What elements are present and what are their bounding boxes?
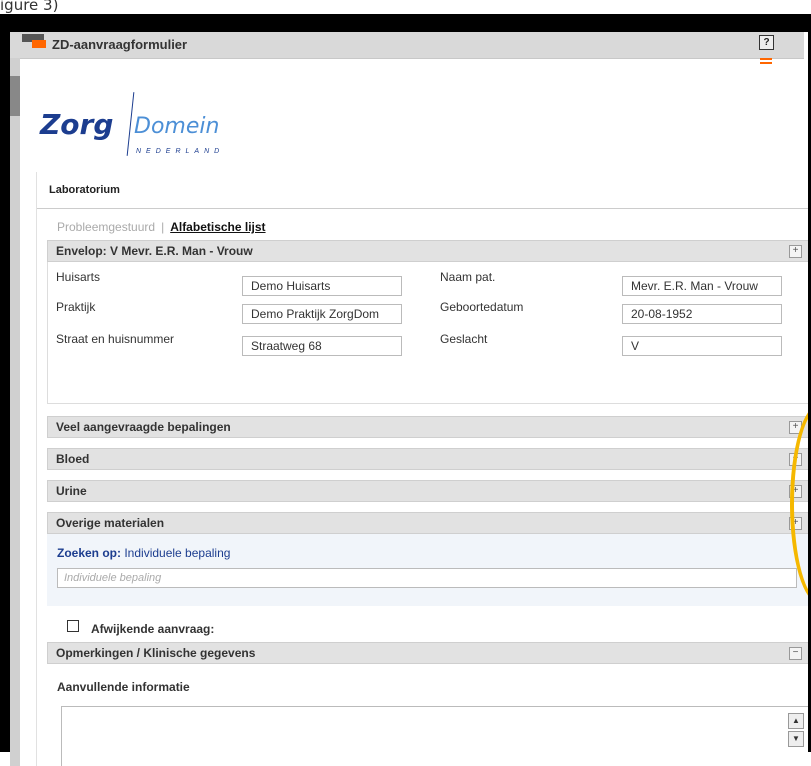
afwijkende-checkbox[interactable] [67, 620, 79, 632]
aanvullende-textarea[interactable]: ▲ ▼ [61, 706, 808, 766]
label-huisarts: Huisarts [56, 270, 101, 284]
screenshot-frame: ZD-aanvraagformulier ? Zorg Domein NEDER… [0, 14, 811, 766]
label-naam-pat: Naam pat. [440, 270, 496, 284]
aanvullende-label: Aanvullende informatie [57, 680, 190, 694]
form-window: ZD-aanvraagformulier ? Zorg Domein NEDER… [10, 32, 808, 766]
label-geboortedatum: Geboortedatum [440, 300, 524, 314]
field-geboortedatum[interactable]: 20-08-1952 [622, 304, 782, 324]
field-praktijk[interactable]: Demo Praktijk ZorgDom [242, 304, 402, 324]
section-label: Opmerkingen / Klinische gegevens [56, 646, 256, 660]
field-straat[interactable]: Straatweg 68 [242, 336, 402, 356]
search-label-rest: Individuele bepaling [121, 546, 231, 560]
link-probleemgestuurd[interactable]: Probleemgestuurd [57, 220, 155, 234]
section-opmerkingen[interactable]: Opmerkingen / Klinische gegevens − [47, 642, 808, 664]
logo-zorg-text: Zorg [40, 108, 114, 141]
expand-icon[interactable]: + [789, 245, 802, 258]
section-bloed[interactable]: Bloed + [47, 448, 808, 470]
app-logo-accent-icon [32, 40, 46, 48]
scroll-up-icon[interactable]: ▲ [788, 713, 804, 729]
section-veel-aangevraagd[interactable]: Veel aangevraagde bepalingen + [47, 416, 808, 438]
view-switcher: Probleemgestuurd | Alfabetische lijst [57, 220, 266, 234]
collapse-icon[interactable]: − [789, 647, 802, 660]
section-label: Bloed [56, 452, 90, 466]
tab-bar: Laboratorium [37, 172, 808, 209]
help-button[interactable]: ? [759, 35, 774, 50]
zorgdomein-logo: Zorg Domein NEDERLAND [40, 92, 260, 162]
label-praktijk: Praktijk [56, 300, 96, 314]
left-sidebar-strip [10, 58, 20, 766]
search-input[interactable]: Individuele bepaling [57, 568, 797, 588]
subnav-separator: | [161, 220, 165, 234]
search-label-bold: Zoeken op: [57, 546, 122, 560]
section-label: Overige materialen [56, 516, 165, 530]
field-naam-pat[interactable]: Mevr. E.R. Man - Vrouw [622, 276, 782, 296]
section-urine[interactable]: Urine + [47, 480, 808, 502]
field-huisarts[interactable]: Demo Huisarts [242, 276, 402, 296]
logo-nederland-text: NEDERLAND [136, 148, 225, 155]
link-alfabetische-lijst[interactable]: Alfabetische lijst [170, 220, 265, 234]
afwijkende-label: Afwijkende aanvraag: [91, 622, 215, 636]
section-label: Urine [56, 484, 87, 498]
label-geslacht: Geslacht [440, 332, 488, 346]
label-straat: Straat en huisnummer [56, 332, 175, 346]
envelope-details: Huisarts Demo Huisarts Praktijk Demo Pra… [47, 262, 808, 404]
search-label: Zoeken op: Individuele bepaling [57, 546, 230, 560]
search-panel: Zoeken op: Individuele bepaling Individu… [47, 534, 808, 606]
menu-icon[interactable] [760, 58, 772, 68]
tab-laboratorium[interactable]: Laboratorium [49, 184, 120, 196]
scroll-down-icon[interactable]: ▼ [788, 731, 804, 747]
left-sidebar-handle [10, 76, 20, 116]
field-geslacht[interactable]: V [622, 336, 782, 356]
logo-domein-text: Domein [134, 114, 220, 139]
figure-caption: igure 3) [0, 0, 59, 14]
section-envelop-title: Envelop: V Mevr. E.R. Man - Vrouw [56, 244, 253, 258]
form-content: Laboratorium Probleemgestuurd | Alfabetisc… [36, 172, 808, 766]
section-envelop[interactable]: Envelop: V Mevr. E.R. Man - Vrouw + [47, 240, 808, 262]
section-overige-materialen[interactable]: Overige materialen + [47, 512, 808, 534]
section-label: Veel aangevraagde bepalingen [56, 420, 231, 434]
title-bar: ZD-aanvraagformulier ? [10, 32, 804, 59]
window-title: ZD-aanvraagformulier [52, 37, 188, 52]
